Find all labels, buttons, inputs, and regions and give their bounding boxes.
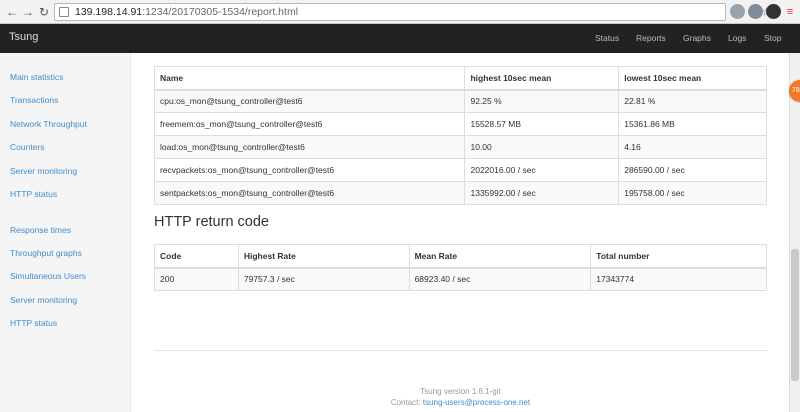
browser-toolbar: ← → ↻ 139.198.14.91:1234/20170305-1534/r… bbox=[0, 0, 800, 24]
table-cell: 200 bbox=[154, 267, 239, 291]
footer-divider bbox=[154, 350, 767, 351]
sidebar-item-simultaneous-users[interactable]: Simultaneous Users bbox=[10, 271, 86, 281]
sidebar-item-http-status-graph[interactable]: HTTP status bbox=[10, 318, 57, 328]
sidebar-item-throughput-graphs[interactable]: Throughput graphs bbox=[10, 248, 82, 258]
extension-icon[interactable] bbox=[748, 4, 763, 19]
footer-contact-label: Contact: bbox=[390, 398, 421, 407]
nav-graphs[interactable]: Graphs bbox=[683, 33, 711, 43]
table-cell: cpu:os_mon@tsung_controller@test6 bbox=[153, 89, 466, 113]
extension-icon[interactable] bbox=[730, 4, 745, 19]
column-header[interactable]: Highest Rate bbox=[237, 244, 410, 269]
brand[interactable]: Tsung bbox=[9, 31, 38, 43]
table-header-row: Code Highest Rate Mean Rate Total number bbox=[154, 244, 767, 269]
column-header[interactable]: lowest 10sec mean bbox=[618, 66, 767, 91]
table-cell: 1335992.00 / sec bbox=[464, 181, 620, 205]
table-cell: recvpackets:os_mon@tsung_controller@test… bbox=[153, 158, 466, 182]
footer-version: Tsung version 1.6.1-git bbox=[420, 387, 501, 396]
nav-status[interactable]: Status bbox=[595, 33, 619, 43]
http-return-code-table: Code Highest Rate Mean Rate Total number… bbox=[154, 244, 767, 291]
sidebar-item-main-statistics[interactable]: Main statistics bbox=[10, 72, 63, 82]
table-cell: 92.25 % bbox=[464, 89, 620, 113]
table-cell: load:os_mon@tsung_controller@test6 bbox=[153, 135, 466, 159]
sidebar-item-response-times[interactable]: Response times bbox=[10, 225, 71, 235]
table-cell: 22.81 % bbox=[618, 89, 767, 113]
table-header-row: Name highest 10sec mean lowest 10sec mea… bbox=[153, 66, 767, 91]
scrollbar-thumb[interactable] bbox=[791, 249, 799, 381]
nav-logs[interactable]: Logs bbox=[728, 33, 746, 43]
forward-icon[interactable]: → bbox=[20, 4, 36, 20]
table-cell: 4.16 bbox=[618, 135, 767, 159]
reload-icon[interactable]: ↻ bbox=[36, 4, 52, 20]
sidebar-item-counters[interactable]: Counters bbox=[10, 142, 45, 152]
table-cell: 10.00 bbox=[464, 135, 620, 159]
table-row: load:os_mon@tsung_controller@test6 10.00… bbox=[153, 135, 767, 159]
page-icon bbox=[59, 7, 69, 17]
sidebar-item-transactions[interactable]: Transactions bbox=[10, 95, 58, 105]
table-row: sentpackets:os_mon@tsung_controller@test… bbox=[153, 181, 767, 205]
sidebar-item-network-throughput[interactable]: Network Throughput bbox=[10, 119, 87, 129]
menu-icon[interactable]: ≡ bbox=[782, 4, 798, 20]
table-row: cpu:os_mon@tsung_controller@test6 92.25 … bbox=[153, 89, 767, 113]
footer-contact: Contact: tsung-users@process-one.net bbox=[154, 398, 767, 407]
sidebar-item-http-status[interactable]: HTTP status bbox=[10, 189, 57, 199]
table-cell: 15528.57 MB bbox=[464, 112, 620, 136]
table-cell: 15361.86 MB bbox=[618, 112, 767, 136]
table-cell: 68923.40 / sec bbox=[408, 267, 592, 291]
table-row: freemem:os_mon@tsung_controller@test6 15… bbox=[153, 112, 767, 136]
table-cell: 79757.3 / sec bbox=[237, 267, 410, 291]
top-navbar: Tsung Status Reports Graphs Logs Stop bbox=[0, 24, 800, 53]
server-monitoring-table: Name highest 10sec mean lowest 10sec mea… bbox=[153, 66, 767, 205]
table-cell: 286590.00 / sec bbox=[618, 158, 767, 182]
sidebar-item-server-monitoring-graph[interactable]: Server monitoring bbox=[10, 295, 77, 305]
table-cell: sentpackets:os_mon@tsung_controller@test… bbox=[153, 181, 466, 205]
column-header[interactable]: Mean Rate bbox=[408, 244, 592, 269]
section-title-http-return-code: HTTP return code bbox=[154, 214, 269, 230]
column-header[interactable]: Name bbox=[153, 66, 466, 91]
table-cell: 195758.00 / sec bbox=[618, 181, 767, 205]
sidebar: Main statistics Transactions Network Thr… bbox=[0, 53, 131, 412]
nav-stop[interactable]: Stop bbox=[764, 33, 782, 43]
back-icon[interactable]: ← bbox=[4, 4, 20, 20]
column-header[interactable]: Code bbox=[154, 244, 239, 269]
url-host: 139.198.14.91 bbox=[75, 6, 143, 18]
table-cell: freemem:os_mon@tsung_controller@test6 bbox=[153, 112, 466, 136]
sidebar-item-server-monitoring[interactable]: Server monitoring bbox=[10, 166, 77, 176]
table-row: 200 79757.3 / sec 68923.40 / sec 1734377… bbox=[154, 267, 767, 291]
column-header[interactable]: Total number bbox=[590, 244, 767, 269]
url-text: 139.198.14.91:1234/20170305-1534/report.… bbox=[75, 6, 298, 18]
url-path: :1234/20170305-1534/report.html bbox=[142, 6, 299, 18]
nav-reports[interactable]: Reports bbox=[636, 33, 666, 43]
column-header[interactable]: highest 10sec mean bbox=[464, 66, 620, 91]
table-cell: 2022016.00 / sec bbox=[464, 158, 620, 182]
table-row: recvpackets:os_mon@tsung_controller@test… bbox=[153, 158, 767, 182]
vertical-scrollbar[interactable] bbox=[789, 53, 800, 412]
address-bar[interactable]: 139.198.14.91:1234/20170305-1534/report.… bbox=[54, 3, 772, 21]
extension-icon[interactable] bbox=[766, 4, 781, 19]
table-cell: 17343774 bbox=[590, 267, 767, 291]
footer-contact-email[interactable]: tsung-users@process-one.net bbox=[423, 398, 530, 407]
